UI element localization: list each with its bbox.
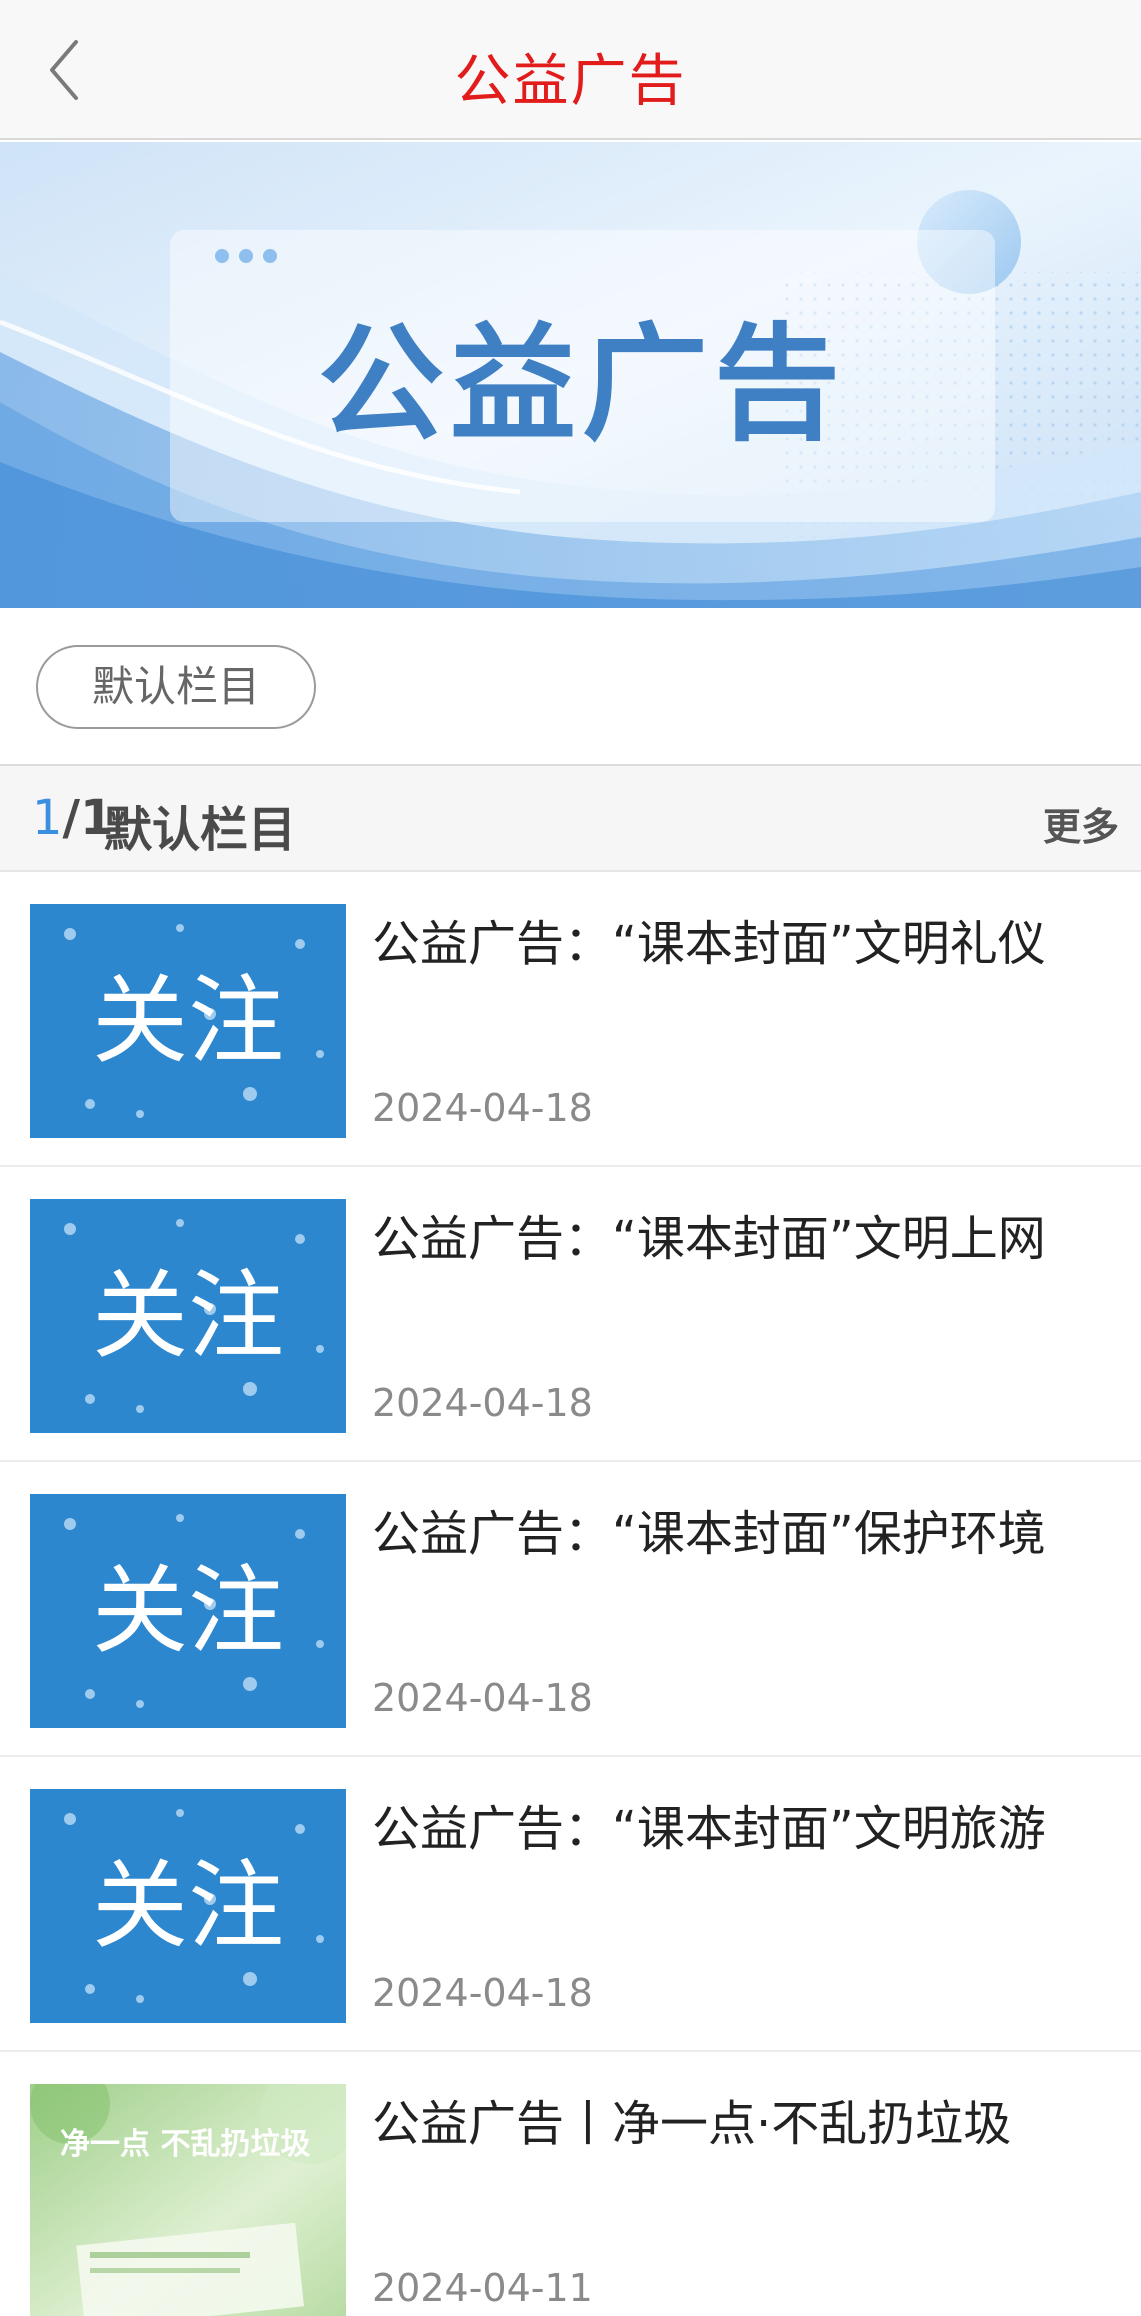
- article-thumbnail: 关注: [30, 904, 346, 1138]
- article-date: 2024-04-18: [372, 1676, 593, 1720]
- category-chip-default[interactable]: 默认栏目: [36, 645, 316, 729]
- svg-text:关注: 关注: [92, 1850, 284, 1962]
- list-item[interactable]: 关注 公益广告：“课本封面”文明旅游 2024-04-18: [0, 1757, 1141, 2052]
- category-chip-row: 默认栏目: [0, 608, 1141, 766]
- list-item[interactable]: 净一点 不乱扔垃圾 公益广告丨净一点·不乱扔垃圾 2024-04-11: [0, 2052, 1141, 2316]
- more-link[interactable]: 更多: [1043, 796, 1119, 851]
- list-item[interactable]: 关注 公益广告：“课本封面”文明上网 2024-04-18: [0, 1167, 1141, 1462]
- top-nav-bar: 公益广告: [0, 0, 1141, 140]
- article-title: 公益广告：“课本封面”文明礼仪: [372, 916, 1046, 972]
- page-title: 公益广告: [454, 49, 687, 114]
- article-thumbnail: 关注: [30, 1494, 346, 1728]
- article-date: 2024-04-18: [372, 1971, 593, 2015]
- article-thumbnail: 关注: [30, 1199, 346, 1433]
- article-title: 公益广告：“课本封面”文明旅游: [372, 1801, 1046, 1857]
- page-indicator: 1/1: [32, 790, 113, 846]
- article-title: 公益广告：“课本封面”文明上网: [372, 1211, 1046, 1267]
- svg-text:关注: 关注: [92, 965, 284, 1077]
- article-title: 公益广告：“课本封面”保护环境: [372, 1506, 1046, 1562]
- section-header: 1/1 默认栏目 更多: [0, 766, 1141, 872]
- article-thumbnail: 关注: [30, 1789, 346, 2023]
- svg-text:关注: 关注: [92, 1555, 284, 1667]
- article-list: 关注 公益广告：“课本封面”文明礼仪 2024-04-18 关注 公益广告：“课…: [0, 872, 1141, 2316]
- svg-text:净一点 不乱扔垃圾: 净一点 不乱扔垃圾: [60, 2127, 310, 2162]
- page-current: 1: [32, 790, 63, 846]
- list-item[interactable]: 关注 公益广告：“课本封面”保护环境 2024-04-18: [0, 1462, 1141, 1757]
- article-title: 公益广告丨净一点·不乱扔垃圾: [372, 2096, 1012, 2152]
- banner-title: 公益广告: [318, 311, 846, 458]
- article-date: 2024-04-18: [372, 1086, 593, 1130]
- section-title: 默认栏目: [104, 802, 297, 858]
- list-item[interactable]: 关注 公益广告：“课本封面”文明礼仪 2024-04-18: [0, 872, 1141, 1167]
- svg-text:关注: 关注: [92, 1260, 284, 1372]
- article-date: 2024-04-18: [372, 1381, 593, 1425]
- article-thumbnail: 净一点 不乱扔垃圾: [30, 2084, 346, 2316]
- article-date: 2024-04-11: [372, 2266, 593, 2310]
- hero-banner: 公益广告: [0, 142, 1141, 608]
